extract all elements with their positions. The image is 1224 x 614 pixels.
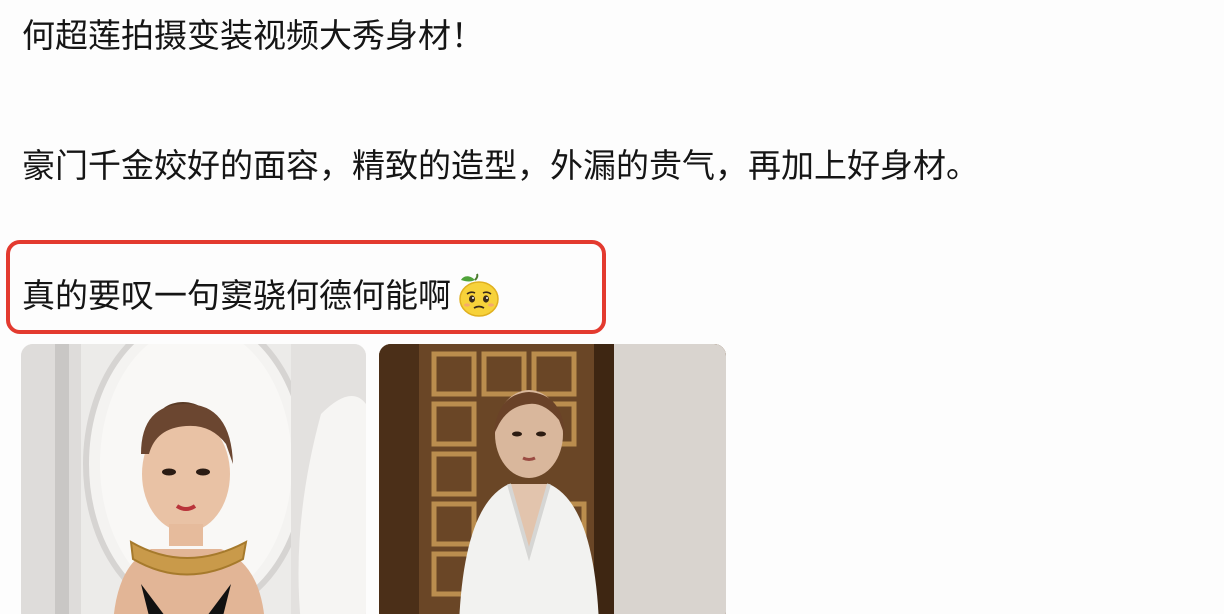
highlight-box (6, 240, 606, 334)
post-photo-2[interactable] (379, 344, 726, 614)
post-text-line-2: 豪门千金姣好的面容，精致的造型，外漏的贵气，再加上好身材。 (22, 146, 979, 185)
post-photo-1[interactable] (21, 344, 366, 614)
post-text-line-1: 何超莲拍摄变装视频大秀身材！ (22, 16, 484, 55)
